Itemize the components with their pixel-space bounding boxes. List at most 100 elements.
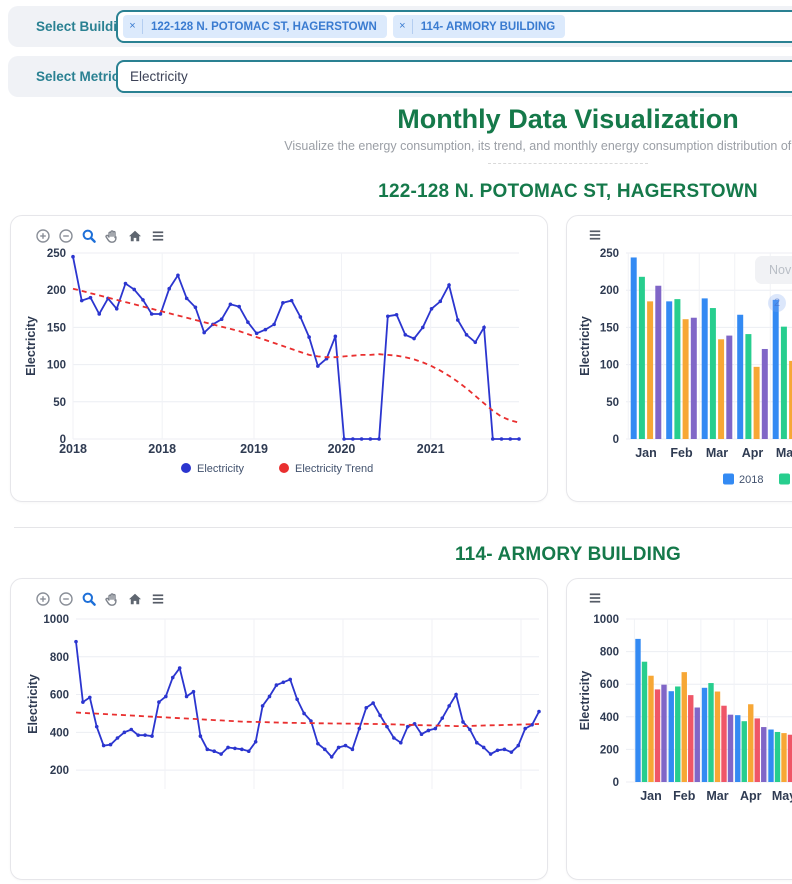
section-heading-building-2: 114- ARMORY BUILDING xyxy=(0,544,792,566)
bar-2020-Mar[interactable] xyxy=(718,339,724,439)
bar-2018-May[interactable] xyxy=(768,730,773,782)
line-chart-svg[interactable]: 050100150200250Electricity20182018201920… xyxy=(11,216,547,501)
legend-swatch[interactable] xyxy=(723,474,734,485)
x-category-label: Feb xyxy=(670,446,693,460)
y-tick-label: 600 xyxy=(50,690,69,702)
chip-remove-icon[interactable]: × xyxy=(123,19,143,34)
bar-2022-Mar[interactable] xyxy=(728,715,733,782)
bar-2018-Mar[interactable] xyxy=(702,298,708,439)
bar-2018-Feb[interactable] xyxy=(669,691,674,782)
plotly-modebar xyxy=(33,590,168,610)
building-multiselect[interactable]: × 122-128 N. POTOMAC ST, HAGERSTOWN × 11… xyxy=(116,10,792,43)
bar-2020-Mar[interactable] xyxy=(715,692,720,782)
bar-2019-Mar[interactable] xyxy=(710,308,716,439)
zoom-select-icon[interactable] xyxy=(79,590,99,610)
bar-2021-Apr[interactable] xyxy=(755,718,760,782)
zoom-in-icon[interactable] xyxy=(33,590,53,610)
chip-label: 114- ARMORY BUILDING xyxy=(413,21,565,33)
bar-2018-Jan[interactable] xyxy=(631,257,637,439)
line-chart-card-2: 2004006008001000Electricity xyxy=(10,578,548,880)
bar-chart-svg[interactable]: 02004006008001000ElectricityJanFebMarApr… xyxy=(567,579,792,879)
pan-hand-icon[interactable] xyxy=(102,590,122,610)
select-metric-row: Select Metric Electricity xyxy=(8,56,792,97)
bar-2022-Jan[interactable] xyxy=(661,685,666,782)
y-tick-label: 250 xyxy=(600,248,619,260)
bar-2020-Apr[interactable] xyxy=(748,704,753,782)
x-tick-label: 2018 xyxy=(59,442,87,456)
bar-2022-Feb[interactable] xyxy=(695,708,700,782)
bar-2019-Jan[interactable] xyxy=(642,662,647,782)
x-category-label: Feb xyxy=(673,789,696,803)
bar-2018-Apr[interactable] xyxy=(737,315,743,439)
bar-2019-May[interactable] xyxy=(775,732,780,782)
x-tick-label: 2020 xyxy=(328,442,356,456)
bar-2018-May[interactable] xyxy=(773,300,779,439)
bar-2021-May[interactable] xyxy=(788,735,792,782)
home-reset-icon[interactable] xyxy=(125,590,145,610)
bar-2020-Feb[interactable] xyxy=(683,319,689,439)
pan-hand-icon[interactable] xyxy=(102,227,122,247)
bar-2021-Jan[interactable] xyxy=(655,689,660,782)
bar-2019-May[interactable] xyxy=(781,327,787,439)
menu-icon[interactable] xyxy=(585,226,605,246)
legend-swatch[interactable] xyxy=(779,474,790,485)
bar-2019-Apr[interactable] xyxy=(745,334,751,439)
y-axis-title: Electricity xyxy=(24,316,38,376)
bar-2021-Mar[interactable] xyxy=(726,336,732,439)
home-reset-icon[interactable] xyxy=(125,227,145,247)
bar-2020-May[interactable] xyxy=(781,733,786,782)
bar-2020-Jan[interactable] xyxy=(648,676,653,782)
bar-2019-Jan[interactable] xyxy=(639,277,645,439)
bar-2019-Mar[interactable] xyxy=(708,683,713,782)
chip-remove-icon[interactable]: × xyxy=(393,19,413,34)
bar-2021-Jan[interactable] xyxy=(655,286,661,439)
bar-2020-Feb[interactable] xyxy=(682,672,687,782)
bar-2020-Jan[interactable] xyxy=(647,301,653,439)
fading-hover-badge: 2 xyxy=(768,294,786,312)
y-tick-label: 50 xyxy=(53,397,66,409)
y-tick-label: 600 xyxy=(600,679,619,691)
bar-2021-Apr[interactable] xyxy=(762,349,768,439)
bar-2018-Jan[interactable] xyxy=(635,639,640,782)
x-category-label: Apr xyxy=(742,446,764,460)
bar-2018-Feb[interactable] xyxy=(666,301,672,439)
series-electricity-trend xyxy=(76,713,539,727)
electricity-line-chart-1[interactable]: 050100150200250Electricity20182018201920… xyxy=(11,216,547,506)
zoom-in-icon[interactable] xyxy=(33,227,53,247)
bar-2018-Mar[interactable] xyxy=(702,688,707,782)
x-category-label: Mar xyxy=(706,789,728,803)
bar-2019-Apr[interactable] xyxy=(742,721,747,782)
menu-icon[interactable] xyxy=(148,590,168,610)
metric-select[interactable]: Electricity xyxy=(116,60,792,93)
bar-2019-Feb[interactable] xyxy=(675,686,680,782)
zoom-out-icon[interactable] xyxy=(56,227,76,247)
fading-hover-tooltip: Nov xyxy=(755,256,792,284)
zoom-select-icon[interactable] xyxy=(79,227,99,247)
bar-2018-Apr[interactable] xyxy=(735,715,740,782)
electricity-bar-chart-2[interactable]: 02004006008001000ElectricityJanFebMarApr… xyxy=(567,579,792,884)
menu-icon[interactable] xyxy=(148,227,168,247)
x-category-label: Jan xyxy=(640,789,662,803)
menu-icon[interactable] xyxy=(585,589,605,609)
bar-2021-Feb[interactable] xyxy=(691,318,697,439)
y-tick-label: 250 xyxy=(47,248,66,260)
bar-2021-Mar[interactable] xyxy=(721,706,726,782)
building-chip[interactable]: × 122-128 N. POTOMAC ST, HAGERSTOWN xyxy=(123,15,387,38)
select-building-row: Select Building × 122-128 N. POTOMAC ST,… xyxy=(8,6,792,47)
zoom-out-icon[interactable] xyxy=(56,590,76,610)
legend-swatch[interactable] xyxy=(279,463,289,473)
y-tick-label: 0 xyxy=(613,777,619,789)
x-tick-label: 2019 xyxy=(240,442,268,456)
bar-2020-Apr[interactable] xyxy=(754,367,760,439)
y-axis-title: Electricity xyxy=(578,316,592,376)
building-chip[interactable]: × 114- ARMORY BUILDING xyxy=(393,15,565,38)
bar-2021-Feb[interactable] xyxy=(688,695,693,782)
y-tick-label: 800 xyxy=(50,652,69,664)
legend-swatch[interactable] xyxy=(181,463,191,473)
x-category-label: Jan xyxy=(635,446,657,460)
line-chart-svg[interactable]: 2004006008001000Electricity xyxy=(11,579,547,879)
bar-2022-Apr[interactable] xyxy=(761,727,766,782)
x-category-label: May xyxy=(772,789,792,803)
bar-2019-Feb[interactable] xyxy=(674,299,680,439)
electricity-line-chart-2[interactable]: 2004006008001000Electricity xyxy=(11,579,547,884)
